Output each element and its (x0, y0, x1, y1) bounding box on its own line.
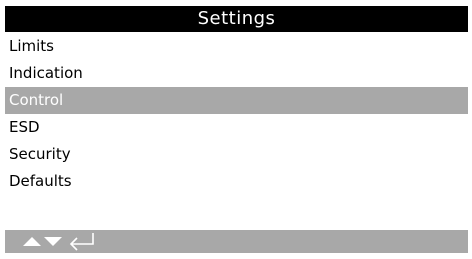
menu-item-control[interactable]: Control (5, 87, 468, 114)
menu-item-limits[interactable]: Limits (5, 33, 468, 60)
down-arrow-icon[interactable] (43, 230, 63, 253)
navigation-footer (5, 230, 468, 253)
enter-icon[interactable] (67, 230, 97, 253)
menu-item-esd[interactable]: ESD (5, 114, 468, 141)
menu-item-defaults[interactable]: Defaults (5, 168, 468, 195)
up-arrow-icon[interactable] (22, 230, 42, 253)
menu-item-security[interactable]: Security (5, 141, 468, 168)
page-title: Settings (5, 6, 468, 32)
settings-screen: Settings Limits Indication Control ESD S… (5, 6, 468, 253)
menu-item-indication[interactable]: Indication (5, 60, 468, 87)
settings-menu: Limits Indication Control ESD Security D… (5, 33, 468, 195)
